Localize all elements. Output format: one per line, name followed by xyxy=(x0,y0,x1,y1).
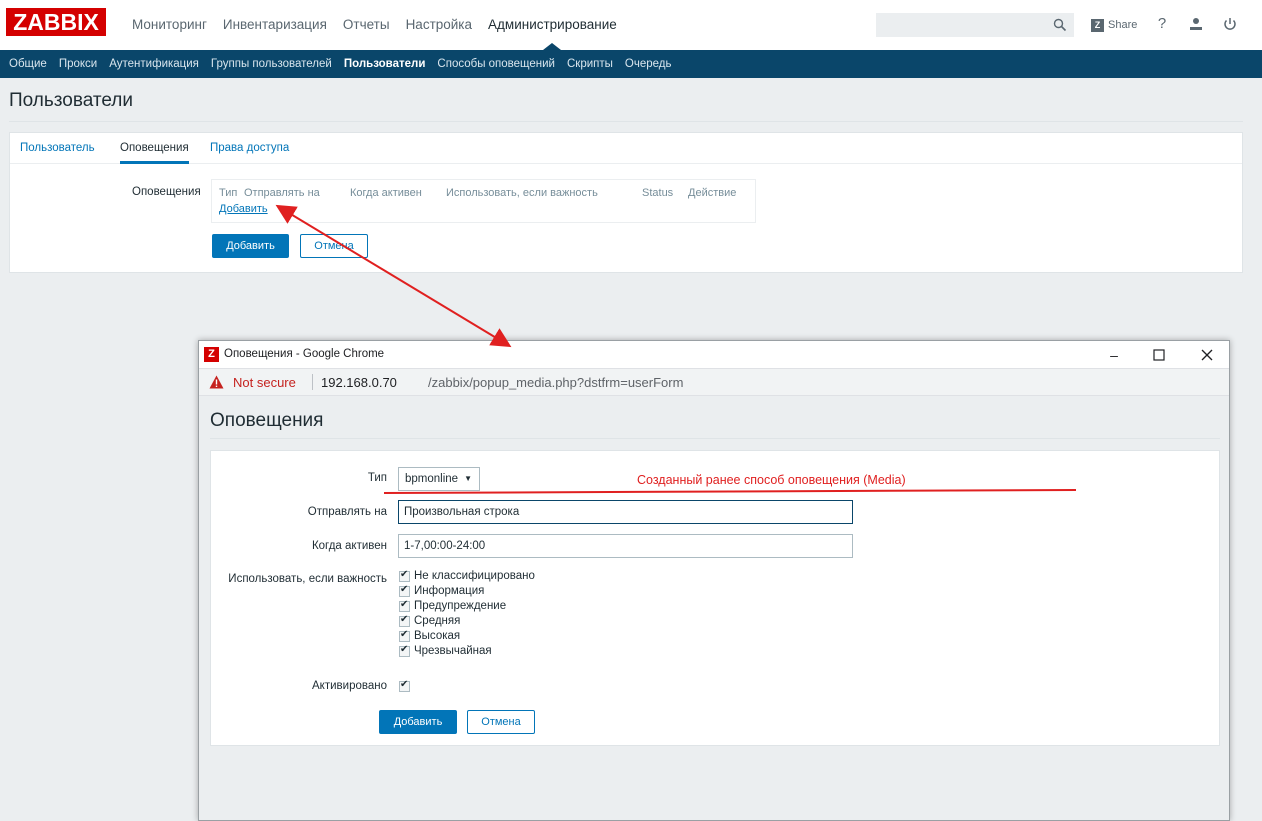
annotation-arrow xyxy=(275,204,512,348)
annotation-overlay xyxy=(275,204,1077,494)
annotation-underline xyxy=(383,489,1077,494)
